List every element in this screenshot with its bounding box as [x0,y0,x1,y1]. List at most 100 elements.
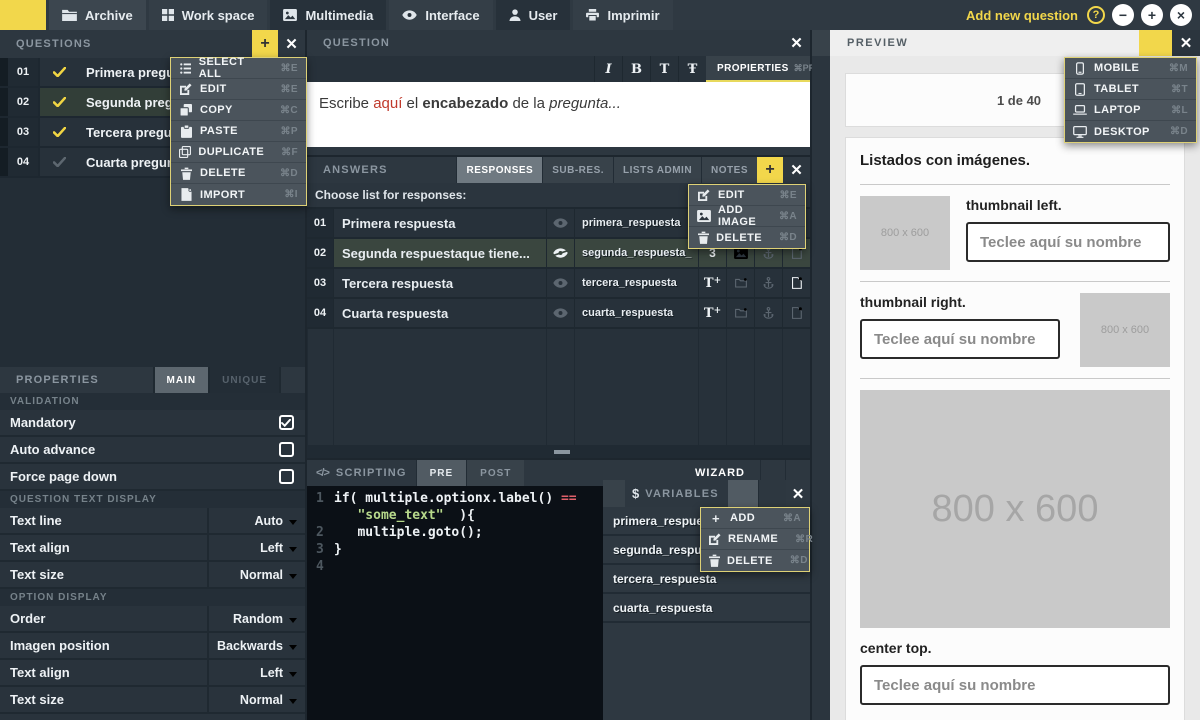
device-option-laptop[interactable]: LAPTOP⌘L [1065,100,1196,121]
answer-row[interactable]: 03Tercera respuestatercera_respuestaT+ [307,269,810,299]
add-question-button[interactable]: + [252,30,278,58]
eye-icon[interactable] [546,209,574,237]
topbar-item-archive[interactable]: Archive [49,0,146,30]
menu-item-delete[interactable]: DELETE⌘D [701,550,809,571]
preview-heading: Listados con imágenes. [860,150,1170,173]
tab-sub-res[interactable]: SUB-RES. [542,157,613,183]
menu-item-paste[interactable]: PASTE⌘P [171,121,306,142]
editor-text-segment: de la [508,95,549,112]
editor-text-segment: encabezado [422,95,508,112]
eye-icon[interactable] [546,269,574,297]
folder-badge-icon[interactable] [726,299,754,327]
variable-item[interactable]: cuarta_respuesta [603,594,810,623]
page-icon[interactable] [782,269,810,297]
answer-row[interactable]: 04Cuarta respuestacuarta_respuestaT+ [307,299,810,329]
check-icon[interactable] [40,118,78,146]
menu-item-delete[interactable]: DELETE⌘D [171,163,306,184]
menu-item-add-image[interactable]: ADD IMAGE⌘A [689,206,805,227]
device-option-tablet[interactable]: TABLET⌘T [1065,79,1196,100]
menu-item-copy[interactable]: COPY⌘C [171,100,306,121]
check-icon[interactable] [40,58,78,86]
menu-item-import[interactable]: IMPORT⌘I [171,184,306,205]
topbar-item-imprimir[interactable]: Imprimir [573,0,672,30]
select-text-size[interactable]: Normal [207,687,305,712]
expand-variables-button[interactable] [603,480,625,507]
menu-item-edit[interactable]: EDIT⌘E [171,79,306,100]
select-imagen-position[interactable]: Backwards [207,633,305,658]
trash-icon [709,554,720,567]
italic-button[interactable]: I [594,56,622,82]
menu-item-add[interactable]: +ADD⌘A [701,508,809,529]
question-properties-button[interactable]: PROPIERTIES ⌘PP [706,56,810,82]
text-add-icon[interactable]: T+ [698,299,726,327]
property-row-text-size: Text sizeNormal [0,562,305,589]
add-answer-button[interactable]: + [757,157,783,183]
page-icon[interactable] [782,299,810,327]
close-question-panel-button[interactable]: ✕ [783,30,810,56]
select-text-line[interactable]: Auto [207,508,305,533]
checkbox-mandatory[interactable] [267,410,305,435]
app-logo[interactable] [0,0,46,30]
expand-preview-button[interactable] [812,30,830,56]
menu-item-rename[interactable]: RENAME⌘R [701,529,809,550]
topbar-item-user[interactable]: User [496,0,571,30]
topbar-item-work-space[interactable]: Work space [149,0,268,30]
text-strike-button[interactable]: Ŧ [678,56,706,82]
tablet-icon [1073,83,1087,96]
select-text-align[interactable]: Left [207,660,305,685]
comment-variables-button[interactable] [758,480,786,507]
choose-list-label: Choose list for responses: [315,188,466,202]
tab-pre[interactable]: PRE [416,460,467,486]
text-add-icon[interactable]: T+ [698,269,726,297]
close-preview-panel-button[interactable]: ✕ [1172,30,1200,56]
tab-lists-admin[interactable]: LISTS ADMIN [613,157,701,183]
eye-icon[interactable] [546,299,574,327]
close-window-button[interactable]: × [1170,4,1192,26]
anchor-icon[interactable] [754,299,782,327]
tab-unique[interactable]: UNIQUE [208,367,279,393]
tab-notes[interactable]: NOTES [701,157,757,183]
device-option-desktop[interactable]: DESKTOP⌘D [1065,121,1196,142]
checkbox-auto-advance[interactable] [267,437,305,462]
play-preview-button[interactable] [1139,30,1172,56]
tab-post[interactable]: POST [466,460,524,486]
text-style-button[interactable]: T [650,56,678,82]
row-edge [0,88,8,116]
name-input[interactable]: Teclee aquí su nombre [860,665,1170,705]
name-input[interactable]: Teclee aquí su nombre [860,319,1060,359]
topbar-item-interface[interactable]: Interface [389,0,492,30]
select-order[interactable]: Random [207,606,305,631]
minimize-button[interactable]: − [1112,4,1134,26]
close-variables-panel-button[interactable]: ✕ [786,480,810,507]
checkbox-box [279,469,294,484]
topbar-item-multimedia[interactable]: Multimedia [270,0,386,30]
menu-item-delete[interactable]: DELETE⌘D [689,227,805,248]
maximize-button[interactable]: + [1141,4,1163,26]
answers-scrollbar[interactable] [307,445,810,458]
question-text-editor[interactable]: Escribe aquí el encabezado de la pregunt… [307,82,810,147]
select-text-size[interactable]: Normal [207,562,305,587]
tab-responses[interactable]: RESPONSES [456,157,542,183]
check-icon[interactable] [40,148,78,176]
collapse-properties-button[interactable] [279,367,305,393]
bold-button[interactable]: B [622,56,650,82]
menu-item-select-all[interactable]: SELECT ALL⌘E [171,58,306,79]
anchor-icon[interactable] [754,269,782,297]
user-variables-button[interactable] [728,480,758,507]
device-option-mobile[interactable]: MOBILE⌘M [1065,58,1196,79]
close-answers-panel-button[interactable]: ✕ [783,157,810,183]
select-text-align[interactable]: Left [207,535,305,560]
caret-down-icon [289,514,297,528]
tab-main[interactable]: MAIN [153,367,209,393]
name-input[interactable]: Teclee aquí su nombre [966,222,1170,262]
check-icon[interactable] [40,88,78,116]
checkbox-force-page-down[interactable] [267,464,305,489]
preview-sections: 800 x 600thumbnail left.Teclee aquí su n… [860,196,1170,705]
folder-badge-icon[interactable] [726,269,754,297]
help-icon[interactable]: ? [1087,6,1105,24]
menu-item-edit[interactable]: EDIT⌘E [689,185,805,206]
close-questions-panel-button[interactable]: ✕ [278,30,305,58]
add-new-question-button[interactable]: Add new question [966,8,1078,23]
menu-item-duplicate[interactable]: DUPLICATE⌘F [171,142,306,163]
eye-icon[interactable] [546,239,574,267]
